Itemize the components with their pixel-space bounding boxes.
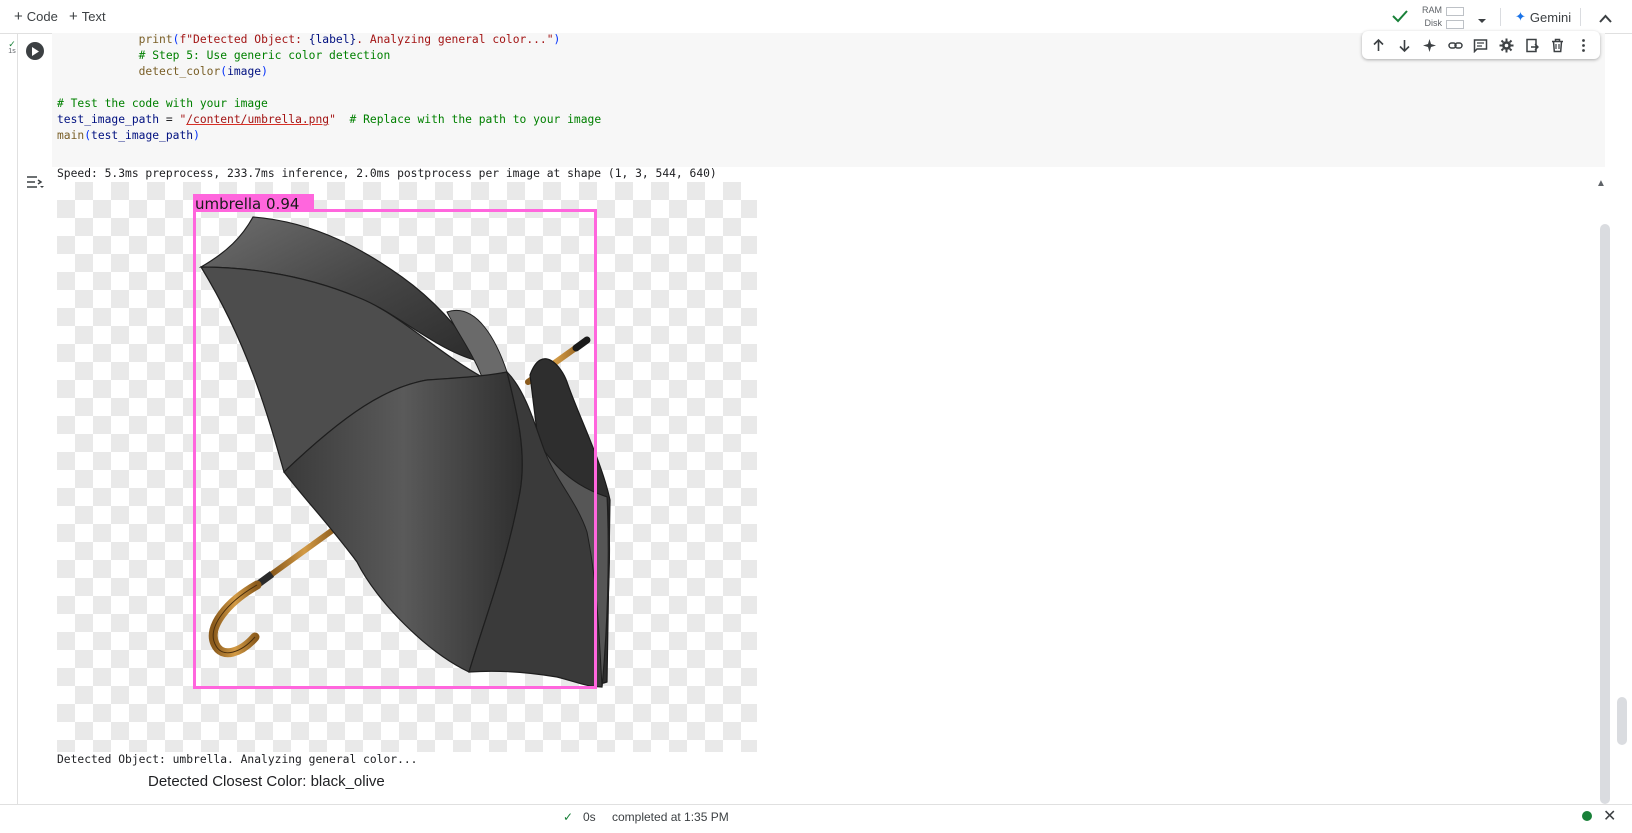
play-icon (32, 46, 39, 56)
umbrella-image: umbrella 0.94 (193, 194, 611, 689)
code-line-2: # Step 5: Use generic color detection (57, 49, 391, 62)
output-scrollbar[interactable] (1600, 224, 1610, 804)
add-text-button[interactable]: + Text (69, 9, 106, 24)
run-time: 1s (8, 48, 16, 55)
trash-icon[interactable] (1548, 35, 1568, 55)
move-up-icon[interactable] (1369, 35, 1389, 55)
code-line-5: test_image_path = "/content/umbrella.png… (57, 113, 602, 126)
connected-check-icon (1392, 9, 1408, 28)
closest-color-output: Detected Closest Color: black_olive (148, 773, 385, 790)
code-line-4: # Test the code with your image (57, 97, 268, 110)
plus-icon: + (69, 8, 78, 25)
run-status: ✓ 1s (6, 40, 18, 56)
code-line-3: detect_color(image) (138, 65, 268, 78)
disk-meter (1446, 20, 1464, 29)
status-bar (0, 804, 1632, 830)
toolbar-divider (1580, 8, 1581, 26)
speed-output: Speed: 5.3ms preprocess, 233.7ms inferen… (57, 167, 717, 180)
completion-status: completed at 1:35 PM (612, 810, 729, 824)
link-icon[interactable] (1445, 35, 1465, 55)
gear-icon[interactable] (1497, 35, 1517, 55)
code-line-1: print(f"Detected Object: {label}. Analyz… (138, 33, 561, 46)
check-icon: ✓ (563, 810, 574, 824)
top-toolbar (0, 0, 1632, 34)
page-scrollbar[interactable] (1617, 697, 1627, 745)
disk-label: Disk (1424, 18, 1443, 28)
sparkle-icon[interactable] (1420, 35, 1440, 55)
chevron-up-icon[interactable] (1599, 11, 1612, 29)
move-down-icon[interactable] (1394, 35, 1414, 55)
cell-gutter (17, 34, 18, 804)
plus-icon: + (14, 8, 23, 25)
check-icon: ✓ (8, 39, 16, 49)
mirror-cell-icon[interactable] (1522, 35, 1542, 55)
comment-icon[interactable] (1471, 35, 1491, 55)
toolbar-divider (1500, 8, 1501, 26)
resource-monitor[interactable]: RAM Disk (1414, 4, 1442, 30)
gemini-button[interactable]: ✦ Gemini (1515, 9, 1571, 25)
cell-toolbar (1362, 31, 1600, 59)
connection-status-dot (1582, 811, 1592, 821)
output-options-icon[interactable] (26, 174, 44, 190)
code-line-6: main(test_image_path) (57, 129, 200, 142)
scroll-up-arrow-icon[interactable]: ▲ (1596, 178, 1606, 189)
more-vert-icon[interactable] (1573, 35, 1593, 55)
detection-label: umbrella 0.94 (195, 195, 299, 213)
chevron-down-icon[interactable] (1477, 12, 1487, 30)
gemini-label: Gemini (1529, 9, 1572, 25)
sparkle-icon: ✦ (1515, 9, 1526, 24)
detection-image: umbrella 0.94 (57, 182, 757, 752)
add-code-button[interactable]: + Code (14, 9, 58, 24)
close-icon[interactable]: ✕ (1603, 806, 1616, 826)
detected-object-output: Detected Object: umbrella. Analyzing gen… (57, 753, 418, 766)
execution-time: 0s (583, 810, 596, 824)
ram-label: RAM (1422, 5, 1442, 15)
run-cell-button[interactable] (26, 42, 44, 60)
ram-meter (1446, 7, 1464, 16)
add-code-label: Code (26, 9, 58, 24)
add-text-label: Text (81, 9, 106, 24)
